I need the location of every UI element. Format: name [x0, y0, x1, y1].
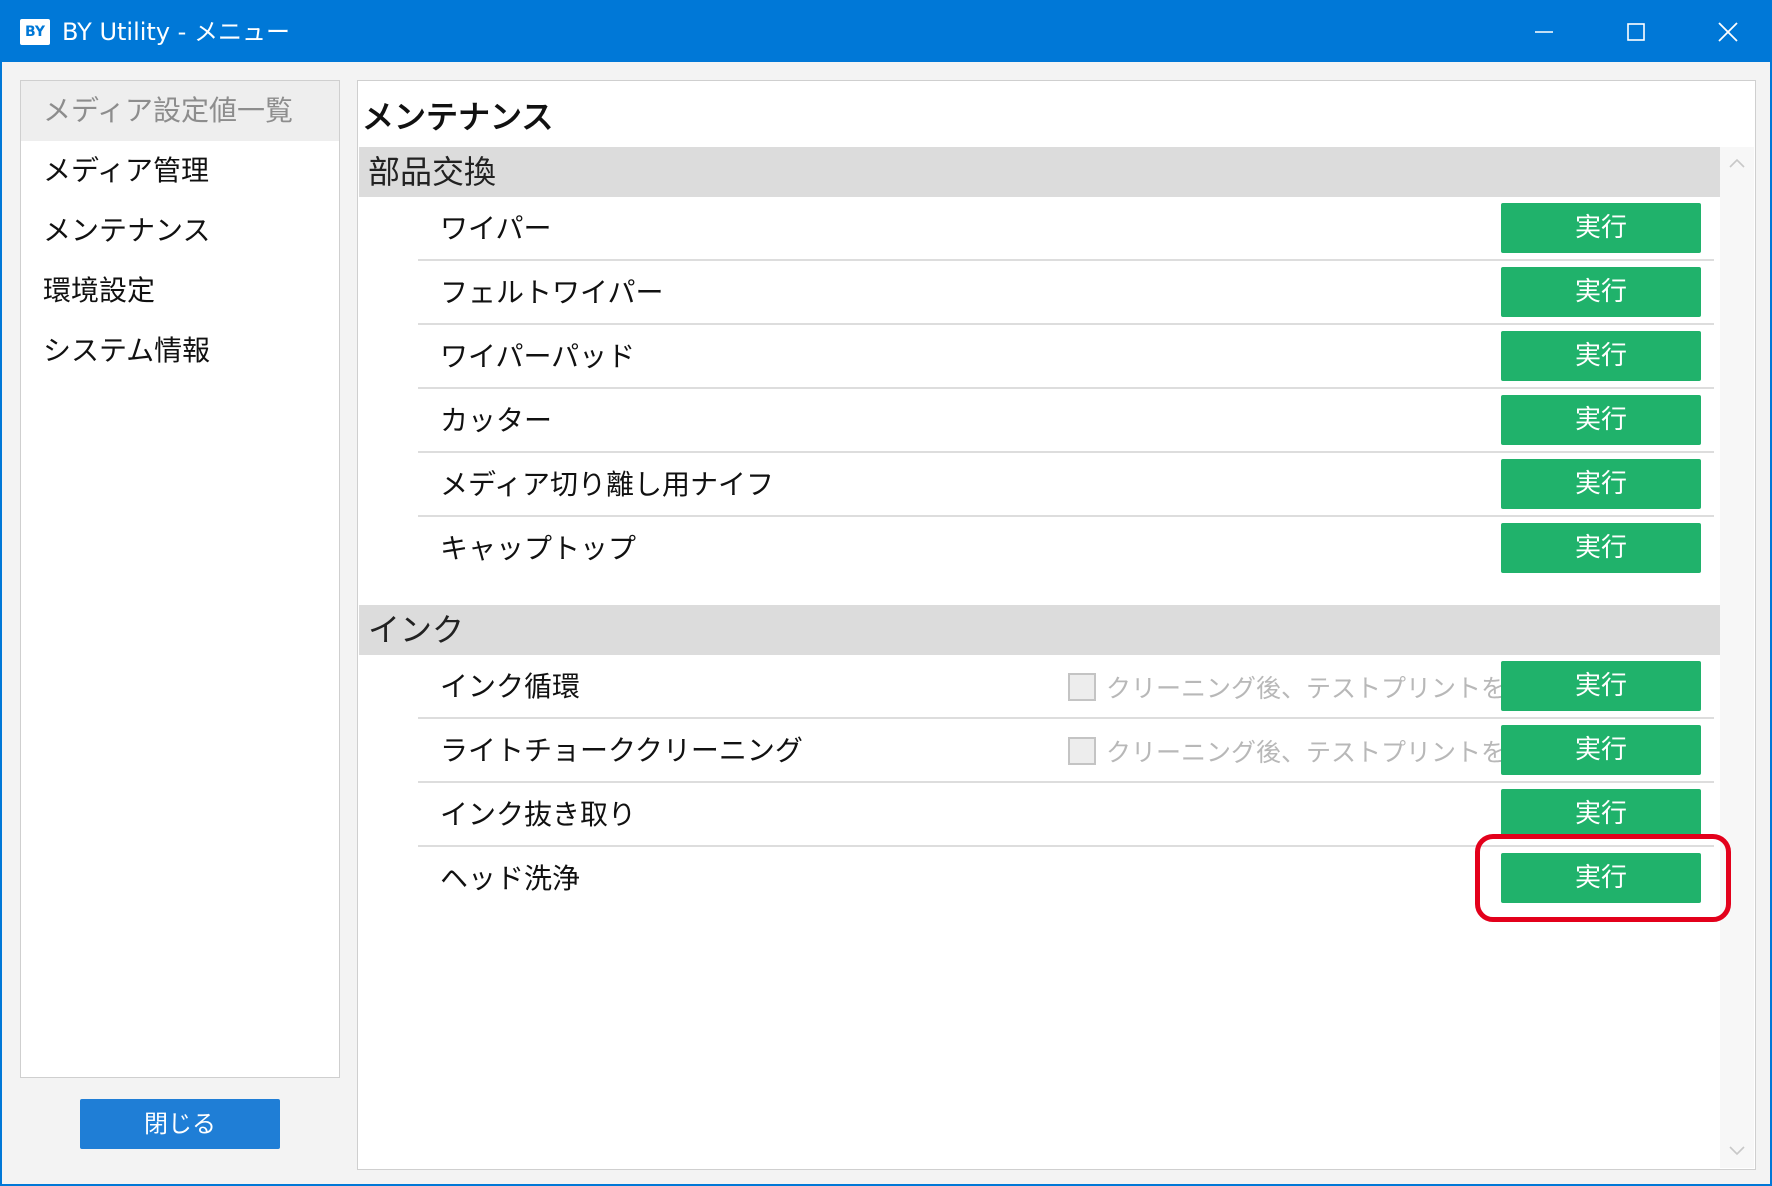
test-print-checkbox[interactable]	[1068, 737, 1096, 765]
execute-button-light-chalk-cleaning[interactable]: 実行	[1501, 725, 1701, 775]
close-window-button[interactable]	[1682, 2, 1772, 62]
row-label: メディア切り離し用ナイフ	[440, 468, 775, 501]
close-button[interactable]: 閉じる	[80, 1099, 280, 1149]
row-label: ワイパーパッド	[440, 340, 636, 373]
maintenance-row: ライトチョーククリーニング クリーニング後、テストプリントを行う 実行	[418, 719, 1714, 783]
row-label: ヘッド洗浄	[440, 862, 581, 895]
maintenance-row: メディア切り離し用ナイフ 実行	[418, 453, 1714, 517]
minimize-button[interactable]	[1498, 2, 1590, 62]
row-label: インク抜き取り	[440, 798, 637, 831]
section-header-parts: 部品交換	[359, 147, 1720, 197]
chevron-up-icon	[1729, 158, 1745, 168]
sidebar-item-system-info[interactable]: システム情報	[21, 321, 339, 381]
scroll-down-button[interactable]	[1727, 1141, 1747, 1161]
execute-button-ink-extraction[interactable]: 実行	[1501, 789, 1701, 839]
execute-button-cap-top[interactable]: 実行	[1501, 523, 1701, 573]
vertical-scrollbar[interactable]	[1720, 147, 1754, 1168]
maintenance-row: インク循環 クリーニング後、テストプリントを行う 実行	[418, 655, 1714, 719]
maintenance-row: ワイパー 実行	[418, 197, 1714, 261]
sidebar-item-maintenance[interactable]: メンテナンス	[21, 201, 339, 261]
execute-button-ink-circulation[interactable]: 実行	[1501, 661, 1701, 711]
scroll-up-button[interactable]	[1727, 153, 1747, 173]
test-print-option-label: クリーニング後、テストプリントを行う	[1106, 674, 1557, 703]
test-print-checkbox[interactable]	[1068, 673, 1096, 701]
row-label: インク循環	[440, 670, 581, 703]
chevron-down-icon	[1729, 1146, 1745, 1156]
page-title: メンテナンス	[362, 98, 554, 136]
sidebar-nav: メディア設定値一覧 メディア管理 メンテナンス 環境設定 システム情報	[20, 80, 340, 1078]
highlight-callout	[1475, 834, 1731, 922]
maintenance-row: カッター 実行	[418, 389, 1714, 453]
test-print-option: クリーニング後、テストプリントを行う	[1068, 719, 1556, 783]
test-print-option-label: クリーニング後、テストプリントを行う	[1106, 738, 1557, 767]
sidebar-item-media-settings[interactable]: メディア設定値一覧	[21, 81, 339, 141]
maintenance-row: フェルトワイパー 実行	[418, 261, 1714, 325]
window-title: BY Utility - メニュー	[62, 18, 290, 46]
row-label: キャップトップ	[440, 532, 637, 565]
maintenance-panel: メンテナンス 部品交換 ワイパー 実行 フェルトワイパー 実行 ワイパーパッド …	[357, 80, 1756, 1170]
row-label: カッター	[440, 404, 553, 437]
row-label: ワイパー	[440, 212, 552, 245]
row-label: ライトチョーククリーニング	[440, 734, 803, 767]
close-icon	[1718, 22, 1738, 42]
maximize-icon	[1627, 23, 1645, 41]
maximize-button[interactable]	[1590, 2, 1682, 62]
execute-button-wiper[interactable]: 実行	[1501, 203, 1701, 253]
test-print-option: クリーニング後、テストプリントを行う	[1068, 655, 1556, 719]
sidebar-item-media-management[interactable]: メディア管理	[21, 141, 339, 201]
maintenance-row: キャップトップ 実行	[418, 517, 1714, 581]
section-header-ink: インク	[359, 605, 1720, 655]
app-window: BY BY Utility - メニュー メディア設定値一覧 メディア管理 メン…	[0, 0, 1772, 1186]
row-label: フェルトワイパー	[440, 276, 664, 309]
maintenance-row: ワイパーパッド 実行	[418, 325, 1714, 389]
sidebar-item-environment[interactable]: 環境設定	[21, 261, 339, 321]
execute-button-cutter[interactable]: 実行	[1501, 395, 1701, 445]
title-bar: BY BY Utility - メニュー	[2, 2, 1770, 62]
execute-button-wiper-pad[interactable]: 実行	[1501, 331, 1701, 381]
minimize-icon	[1535, 31, 1553, 33]
execute-button-separation-knife[interactable]: 実行	[1501, 459, 1701, 509]
app-logo-icon: BY	[20, 19, 50, 45]
execute-button-felt-wiper[interactable]: 実行	[1501, 267, 1701, 317]
